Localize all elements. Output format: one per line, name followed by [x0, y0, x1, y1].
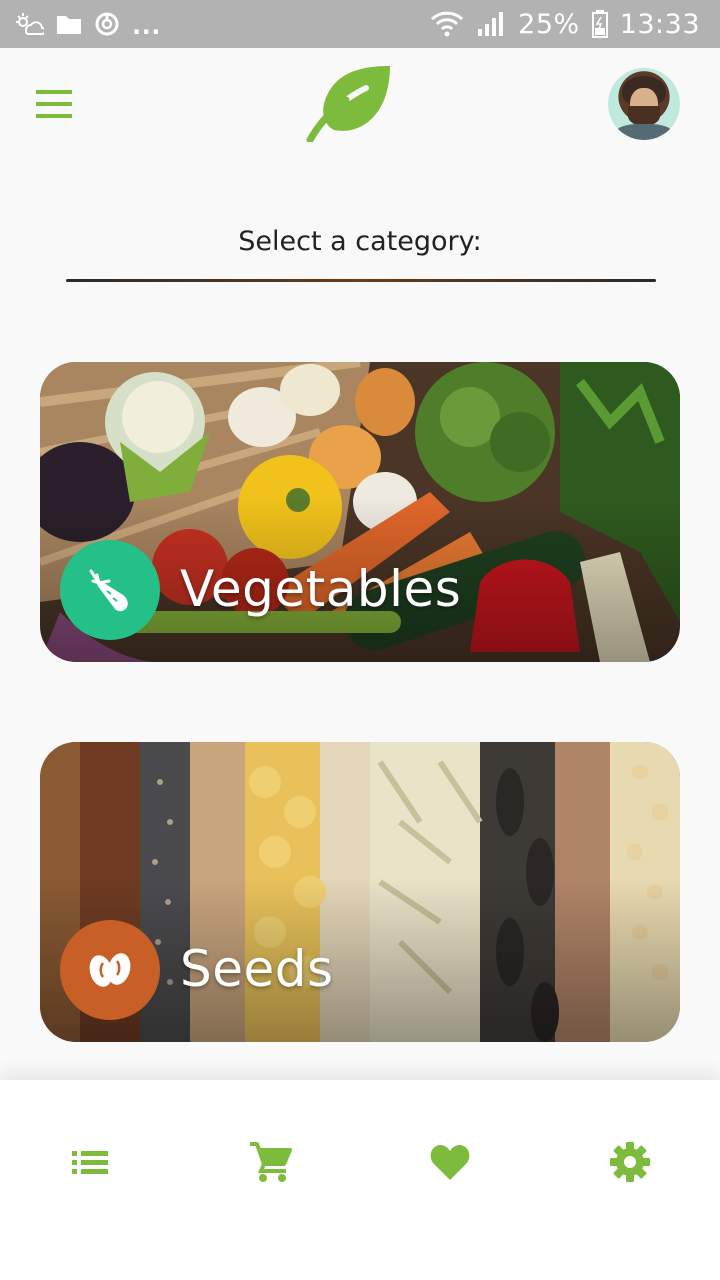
beans-icon — [60, 920, 160, 1020]
bottom-navigation — [0, 1080, 720, 1280]
category-card-vegetables[interactable]: Vegetables — [40, 362, 680, 662]
status-overflow-dots: ... — [132, 12, 161, 40]
signal-icon — [476, 11, 506, 37]
category-label-seeds: Seeds — [180, 940, 334, 998]
menu-line — [36, 102, 72, 106]
cloud-sun-icon — [14, 11, 44, 37]
folder-icon — [56, 13, 82, 35]
menu-line — [36, 114, 72, 118]
menu-line — [36, 90, 72, 94]
wifi-icon — [430, 11, 464, 37]
app-bar — [0, 48, 720, 168]
status-bar: ... 25% 13:33 — [0, 0, 720, 48]
battery-icon — [591, 10, 608, 38]
leaf-icon — [306, 64, 394, 144]
status-bar-left: ... — [14, 8, 161, 40]
sync-icon — [94, 11, 120, 37]
category-label-vegetables: Vegetables — [180, 560, 462, 618]
heading-divider — [66, 279, 656, 282]
user-avatar[interactable] — [608, 68, 680, 140]
status-time: 13:33 — [619, 8, 700, 40]
carrot-icon — [60, 540, 160, 640]
hamburger-menu-icon[interactable] — [36, 90, 76, 120]
page-title: Select a category: — [238, 226, 482, 257]
avatar-shirt — [616, 124, 672, 140]
battery-percent: 25% — [518, 8, 580, 40]
cart-icon[interactable] — [248, 1140, 292, 1184]
category-card-seeds[interactable]: Seeds — [40, 742, 680, 1042]
avatar-beard — [628, 106, 660, 126]
status-bar-right: 25% 13:33 — [430, 9, 700, 40]
heart-icon[interactable] — [428, 1140, 472, 1184]
list-icon[interactable] — [68, 1140, 112, 1184]
gear-icon[interactable] — [608, 1140, 652, 1184]
